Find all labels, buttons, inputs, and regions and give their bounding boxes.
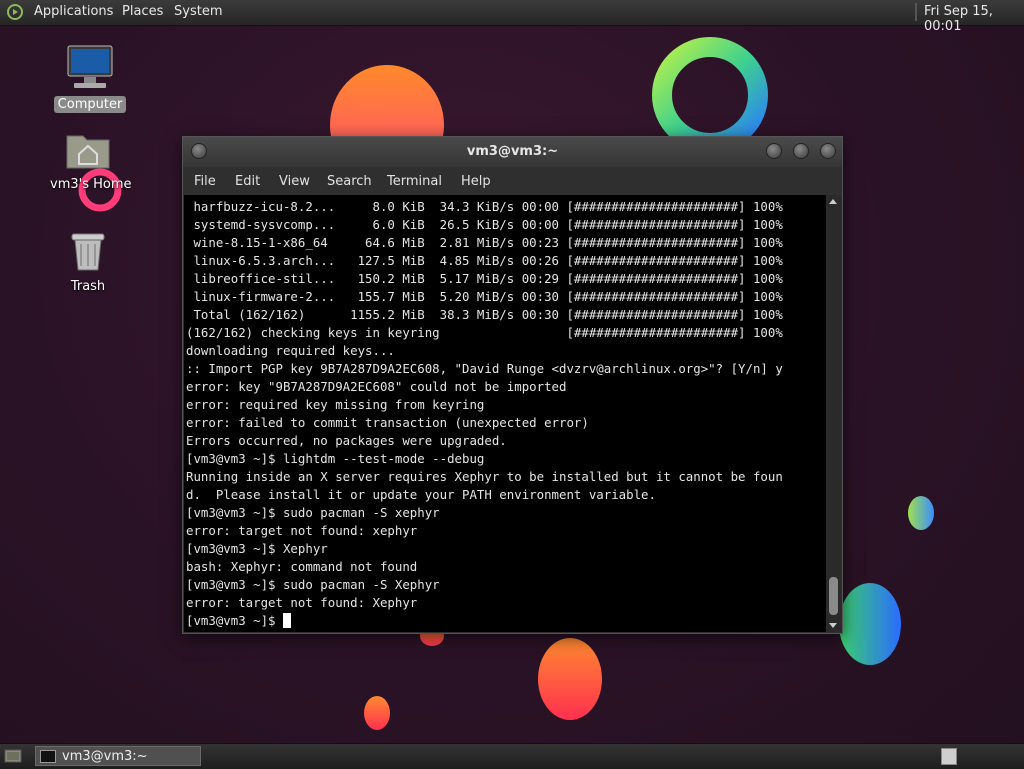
- terminal-output[interactable]: harfbuzz-icu-8.2... 8.0 KiB 34.3 KiB/s 0…: [184, 195, 826, 632]
- small-orange-dot: [364, 696, 390, 730]
- window-titlebar[interactable]: vm3@vm3:~: [183, 137, 842, 167]
- terminal-line: [vm3@vm3 ~]$ lightdm --test-mode --debug: [186, 451, 485, 466]
- terminal-line: error: target not found: Xephyr: [186, 595, 418, 610]
- terminal-line: error: failed to commit transaction (une…: [186, 415, 589, 430]
- terminal-line: harfbuzz-icu-8.2... 8.0 KiB 34.3 KiB/s 0…: [186, 199, 783, 214]
- taskbar-button-terminal[interactable]: vm3@vm3:~: [35, 746, 201, 766]
- terminal-line: [vm3@vm3 ~]$ Xephyr: [186, 541, 328, 556]
- terminal-line: downloading required keys...: [186, 343, 395, 358]
- menu-search[interactable]: Search: [327, 174, 372, 189]
- desktop-icon-computer[interactable]: Computer: [48, 44, 132, 113]
- top-panel: Applications Places System Fri Sep 15, 0…: [0, 0, 1024, 34]
- taskbar-label: vm3@vm3:~: [62, 749, 148, 764]
- computer-icon: [67, 45, 113, 88]
- terminal-line: bash: Xephyr: command not found: [186, 559, 418, 574]
- small-green-dot: [908, 496, 934, 530]
- green-ring: [652, 37, 768, 153]
- terminal-line: systemd-sysvcomp... 6.0 KiB 26.5 KiB/s 0…: [186, 217, 783, 232]
- desktop-icon-trash[interactable]: Trash: [46, 226, 130, 295]
- terminal-line: linux-firmware-2... 155.7 MiB 5.20 MiB/s…: [186, 289, 783, 304]
- desktop-icon-home[interactable]: vm3's Home: [46, 128, 132, 193]
- terminal-line: Running inside an X server requires Xeph…: [186, 469, 783, 484]
- desktop-label-home: vm3's Home: [50, 177, 132, 192]
- terminal-line: [vm3@vm3 ~]$ sudo pacman -S xephyr: [186, 505, 440, 520]
- scrollbar-thumb[interactable]: [829, 577, 838, 615]
- menu-edit[interactable]: Edit: [235, 174, 260, 189]
- terminal-line: Errors occurred, no packages were upgrad…: [186, 433, 507, 448]
- system-menu[interactable]: System: [174, 4, 222, 19]
- close-icon[interactable]: [820, 143, 836, 159]
- maximize-icon[interactable]: [793, 143, 809, 159]
- menu-help[interactable]: Help: [461, 174, 491, 189]
- terminal-line: d. Please install it or update your PATH…: [186, 487, 656, 502]
- workspace-switcher[interactable]: [941, 748, 957, 765]
- terminal-line: Total (162/162) 1155.2 MiB 38.3 MiB/s 00…: [186, 307, 783, 322]
- terminal-icon: [40, 750, 56, 763]
- scroll-up-icon[interactable]: [829, 199, 837, 204]
- terminal-line: error: target not found: xephyr: [186, 523, 418, 538]
- terminal-prompt: [vm3@vm3 ~]$: [186, 613, 283, 628]
- desktop-label-computer: Computer: [53, 96, 127, 113]
- terminal-window[interactable]: vm3@vm3:~ File Edit View Search Terminal…: [182, 136, 843, 634]
- terminal-cursor: [282, 613, 291, 628]
- terminal-line: :: Import PGP key 9B7A287D9A2EC608, "Dav…: [186, 361, 783, 376]
- trash-icon: [71, 233, 105, 271]
- terminal-text: harfbuzz-icu-8.2... 8.0 KiB 34.3 KiB/s 0…: [184, 195, 826, 630]
- bottom-panel: vm3@vm3:~: [0, 743, 1024, 769]
- panel-separator: [915, 3, 917, 21]
- terminal-line: error: required key missing from keyring: [186, 397, 485, 412]
- terminal-line: [vm3@vm3 ~]$ sudo pacman -S Xephyr: [186, 577, 440, 592]
- places-menu[interactable]: Places: [122, 4, 163, 19]
- red-blob: [538, 638, 602, 720]
- show-desktop-icon[interactable]: [4, 748, 22, 764]
- minimize-icon[interactable]: [766, 143, 782, 159]
- terminal-line: libreoffice-stil... 150.2 MiB 5.17 MiB/s…: [186, 271, 783, 286]
- terminal-line: (162/162) checking keys in keyring [####…: [186, 325, 783, 340]
- menu-view[interactable]: View: [279, 174, 310, 189]
- mate-logo-icon[interactable]: [7, 4, 23, 20]
- terminal-scrollbar[interactable]: [826, 195, 841, 632]
- menu-file[interactable]: File: [194, 174, 216, 189]
- applications-menu[interactable]: Applications: [34, 4, 113, 19]
- window-title: vm3@vm3:~: [466, 144, 559, 159]
- terminal-line: linux-6.5.3.arch... 127.5 MiB 4.85 MiB/s…: [186, 253, 783, 268]
- terminal-menubar: File Edit View Search Terminal Help: [183, 167, 842, 195]
- clock[interactable]: Fri Sep 15, 00:01: [924, 4, 1024, 34]
- terminal-line: wine-8.15-1-x86_64 64.6 MiB 2.81 MiB/s 0…: [186, 235, 783, 250]
- scroll-down-icon[interactable]: [829, 623, 837, 628]
- blue-blob: [839, 583, 901, 665]
- home-folder-icon: [66, 135, 110, 169]
- menu-terminal[interactable]: Terminal: [387, 174, 442, 189]
- terminal-line: error: key "9B7A287D9A2EC608" could not …: [186, 379, 567, 394]
- desktop-label-trash: Trash: [70, 279, 106, 294]
